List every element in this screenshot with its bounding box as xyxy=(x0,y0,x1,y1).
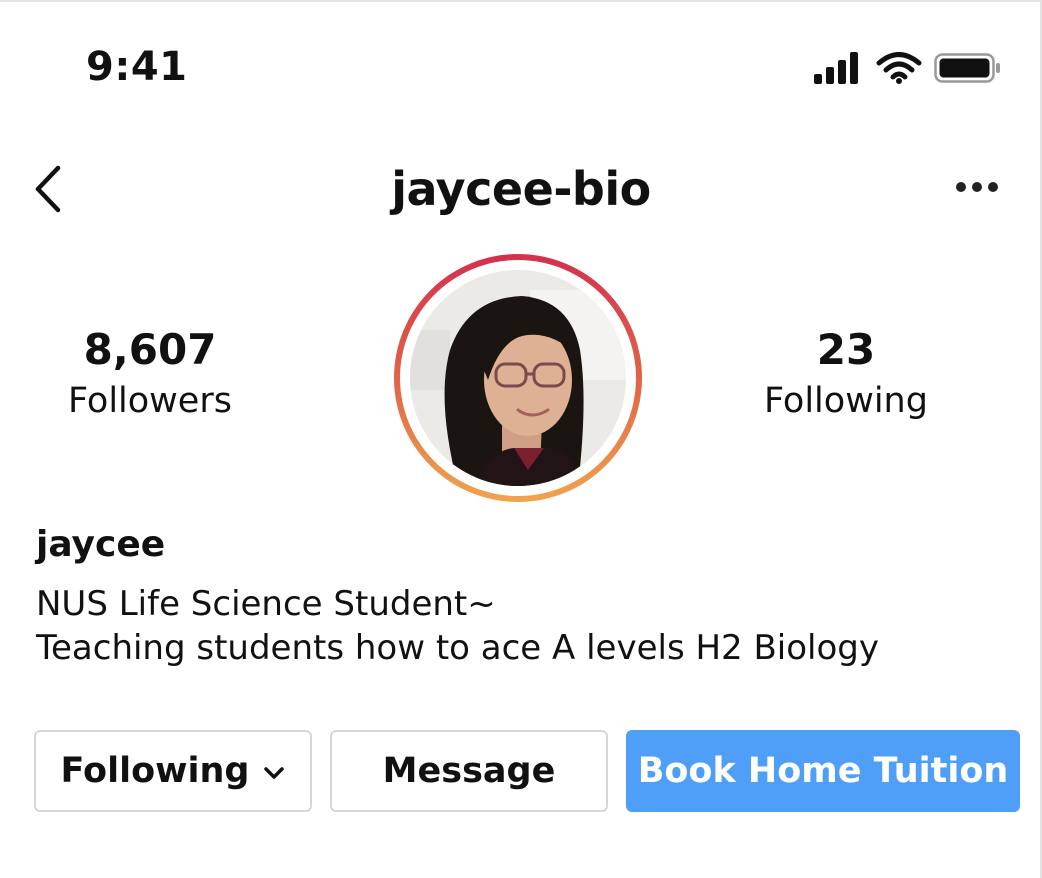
bio-line: NUS Life Science Student~ xyxy=(36,584,496,624)
message-button-label: Message xyxy=(382,751,556,791)
bio-line: Teaching students how to ace A levels H2… xyxy=(36,628,879,668)
followers-label: Followers xyxy=(68,381,232,421)
battery-icon xyxy=(934,53,1000,83)
display-name: jaycee xyxy=(36,524,166,565)
following-stat[interactable]: 23 Following xyxy=(746,324,946,426)
following-count: 23 xyxy=(816,325,876,374)
following-label: Following xyxy=(764,381,928,421)
followers-stat[interactable]: 8,607 Followers xyxy=(50,324,250,426)
book-button-label: Book Home Tuition xyxy=(637,751,1009,791)
story-ring[interactable] xyxy=(394,254,642,502)
more-options-icon[interactable] xyxy=(954,178,1000,196)
wifi-icon xyxy=(876,52,922,84)
following-button-label: Following xyxy=(60,751,250,791)
avatar xyxy=(410,270,626,486)
profile-screen: 9:41 jaycee-bio 8,607 Followers 23 Follo… xyxy=(0,0,1042,878)
avatar-photo-icon xyxy=(410,270,626,486)
status-time: 9:41 xyxy=(86,44,188,90)
cellular-signal-icon xyxy=(812,50,864,84)
book-home-tuition-button[interactable]: Book Home Tuition xyxy=(626,730,1020,812)
chevron-down-icon xyxy=(264,767,285,779)
message-button[interactable]: Message xyxy=(330,730,608,812)
followers-count: 8,607 xyxy=(83,325,217,374)
page-title: jaycee-bio xyxy=(391,162,651,216)
following-button[interactable]: Following xyxy=(34,730,312,812)
